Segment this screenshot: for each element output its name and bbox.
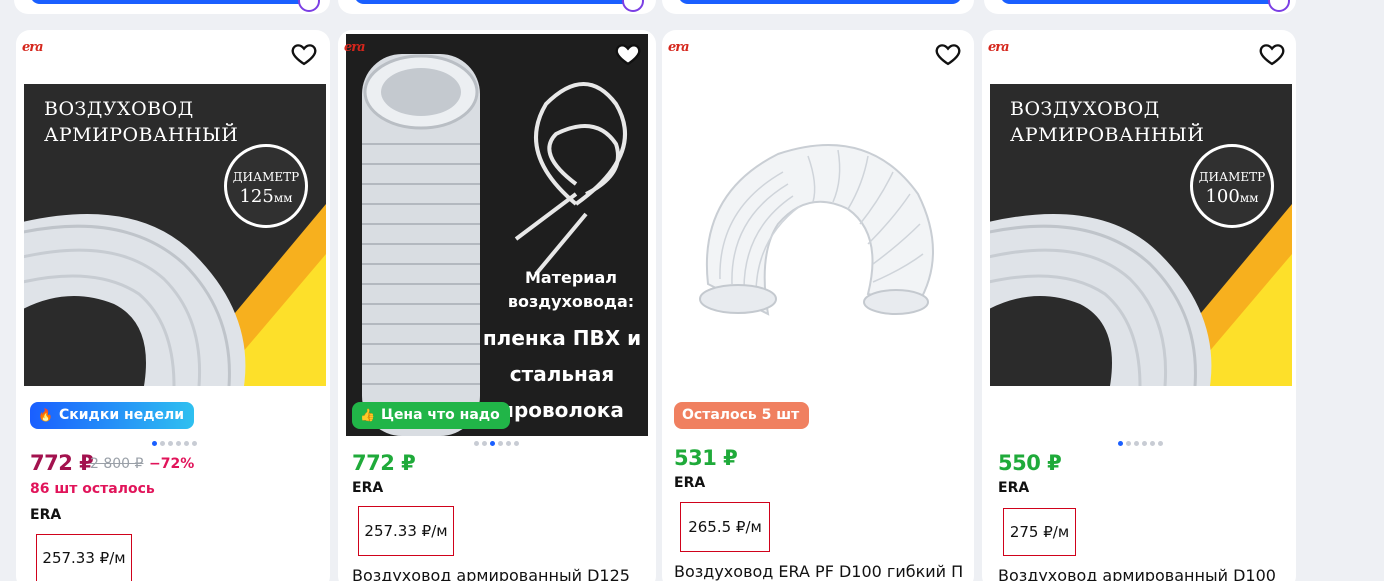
- previous-card-button[interactable]: [678, 0, 962, 4]
- badge-label: Цена что надо: [380, 407, 500, 423]
- previous-card-button[interactable]: [30, 0, 316, 4]
- image-pager[interactable]: [152, 441, 197, 446]
- diameter-unit: мм: [273, 191, 293, 205]
- unit-price: 257.33 ₽/м: [358, 506, 454, 556]
- product-card[interactable]: era ВОЗДУХОВОД АРМИРОВАННЫЙ ДИАМЕТР 125м…: [16, 30, 330, 581]
- diameter-circle: ДИАМЕТР 125мм: [224, 144, 308, 228]
- image-text-line: воздуховода:: [507, 292, 635, 311]
- product-image[interactable]: ВОЗДУХОВОД АРМИРОВАННЫЙ ДИАМЕТР 100мм: [990, 84, 1292, 386]
- product-image[interactable]: ВОЗДУХОВОД АРМИРОВАННЫЙ ДИАМЕТР 125мм: [24, 84, 326, 386]
- previous-card-button[interactable]: [354, 0, 642, 4]
- image-title-line: АРМИРОВАННЫЙ: [1010, 124, 1205, 146]
- stock-left: 86 шт осталось: [30, 481, 155, 497]
- image-text-line: стальная: [509, 362, 615, 386]
- image-pager[interactable]: [474, 441, 519, 446]
- image-title-line: ВОЗДУХОВОД: [1010, 98, 1160, 120]
- heart-outline-icon[interactable]: [1258, 40, 1286, 68]
- current-price: 772 ₽: [30, 451, 94, 475]
- era-logo-icon: era: [668, 40, 690, 55]
- heart-outline-icon[interactable]: [290, 40, 318, 68]
- current-price: 772 ₽: [352, 451, 416, 475]
- promo-badge: 👍 Цена что надо: [352, 402, 510, 429]
- product-image[interactable]: Материал воздуховода: пленка ПВХ и сталь…: [346, 34, 648, 436]
- product-image[interactable]: [668, 84, 968, 384]
- diameter-unit: мм: [1239, 191, 1259, 205]
- product-title[interactable]: Воздуховод армированный D100: [998, 566, 1284, 581]
- unit-price: 275 ₽/м: [1003, 508, 1076, 556]
- era-logo-icon: era: [344, 40, 366, 55]
- diameter-value: 100: [1205, 186, 1240, 207]
- era-logo-icon: era: [22, 40, 44, 55]
- flame-icon: 🔥: [38, 408, 53, 422]
- image-title-line: АРМИРОВАННЫЙ: [44, 124, 239, 146]
- thumbs-up-icon: 👍: [360, 408, 375, 422]
- brand-name: ERA: [30, 507, 62, 523]
- diameter-value: 125: [239, 186, 274, 207]
- stock-badge: Осталось 5 шт: [674, 402, 810, 429]
- image-text-line: Материал: [524, 268, 618, 287]
- unit-price: 265.5 ₽/м: [680, 502, 770, 552]
- unit-price: 257.33 ₽/м: [36, 534, 132, 581]
- product-card[interactable]: era Осталось 5 шт 531 ₽ ERA 265.5 ₽/м Во…: [662, 30, 974, 581]
- discount-percent: −72%: [149, 456, 195, 472]
- promo-badge: 🔥 Скидки недели: [30, 402, 195, 429]
- badge-label: Осталось 5 шт: [682, 407, 800, 423]
- current-price: 531 ₽: [674, 446, 738, 470]
- product-title[interactable]: Воздуховод ERA PF D100 гибкий ПВХ: [674, 562, 962, 581]
- era-logo-icon: era: [988, 40, 1010, 55]
- product-title[interactable]: Воздуховод армированный D125: [352, 566, 642, 581]
- brand-name: ERA: [674, 475, 706, 491]
- current-price: 550 ₽: [998, 451, 1062, 475]
- product-grid: era ВОЗДУХОВОД АРМИРОВАННЫЙ ДИАМЕТР 125м…: [0, 0, 1384, 581]
- heart-outline-icon[interactable]: [614, 40, 642, 68]
- brand-name: ERA: [998, 480, 1030, 496]
- image-text-line: пленка ПВХ и: [482, 326, 642, 350]
- brand-name: ERA: [352, 480, 384, 496]
- previous-card-button[interactable]: [1000, 0, 1282, 4]
- diameter-label: ДИАМЕТР: [1198, 170, 1266, 184]
- product-card[interactable]: era ВОЗДУХОВОД АРМИРОВАННЫЙ ДИАМЕТР 100м…: [982, 30, 1296, 581]
- diameter-circle: ДИАМЕТР 100мм: [1190, 144, 1274, 228]
- heart-outline-icon[interactable]: [934, 40, 962, 68]
- image-pager[interactable]: [1118, 441, 1163, 446]
- diameter-label: ДИАМЕТР: [232, 170, 300, 184]
- image-title-line: ВОЗДУХОВОД: [44, 98, 194, 120]
- product-card[interactable]: Материал воздуховода: пленка ПВХ и сталь…: [338, 30, 656, 581]
- badge-label: Скидки недели: [58, 407, 185, 423]
- old-price: 2 800 ₽: [90, 456, 144, 472]
